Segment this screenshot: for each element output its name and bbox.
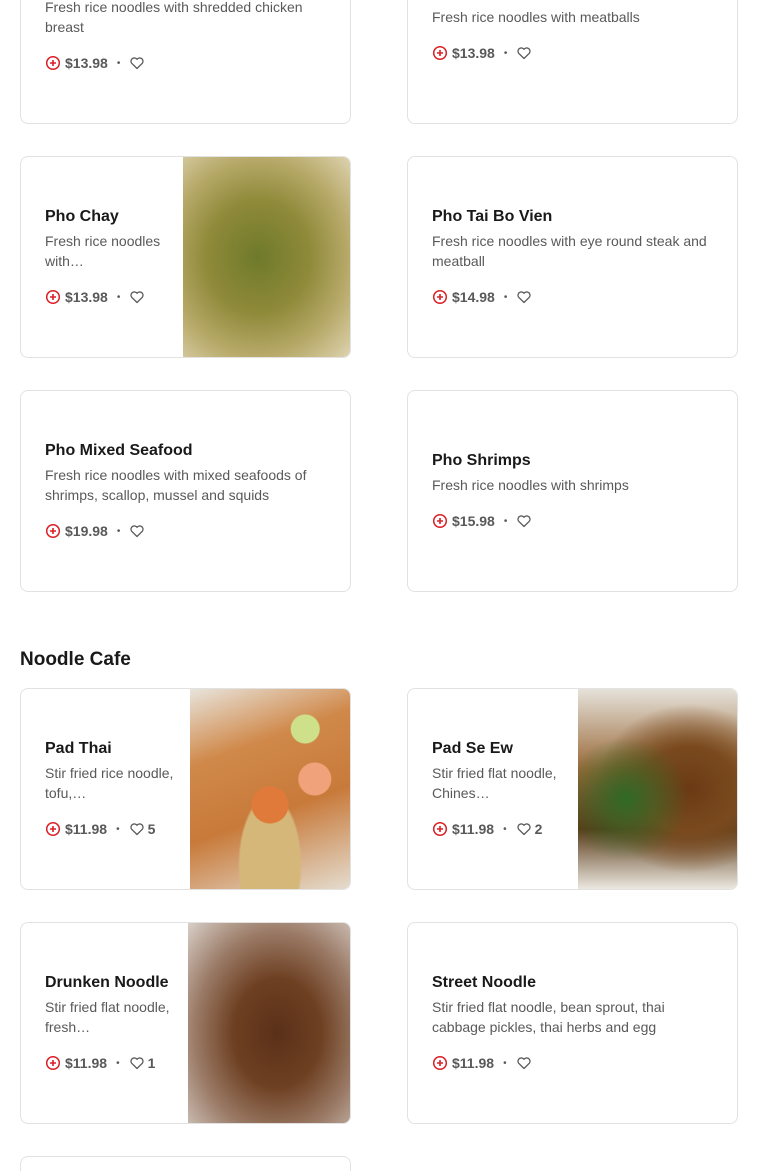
section-title: Noodle Cafe bbox=[20, 649, 131, 670]
like-count: 2 bbox=[534, 821, 543, 837]
separator-dot: • bbox=[503, 823, 507, 835]
separator-dot: • bbox=[116, 291, 121, 303]
item-meta: $14.98 • bbox=[432, 287, 722, 307]
separator-dot: • bbox=[503, 291, 508, 303]
menu-item-card[interactable]: Pad Thai Stir fried rice noodle, tofu,… … bbox=[20, 688, 351, 890]
item-name: Pho Chay bbox=[45, 208, 119, 225]
add-plus-icon[interactable] bbox=[432, 289, 448, 305]
item-name: Street Noodle bbox=[432, 974, 537, 991]
add-plus-icon[interactable] bbox=[45, 289, 61, 305]
item-price: $13.98 bbox=[452, 45, 495, 61]
item-meta: $11.98 • bbox=[432, 1053, 722, 1073]
item-description: Fresh rice noodles with… bbox=[45, 233, 161, 269]
item-description: Stir fried rice noodle, tofu,… bbox=[45, 765, 174, 801]
item-meta: $11.98 • 1 bbox=[45, 1053, 175, 1073]
heart-icon[interactable] bbox=[516, 289, 532, 305]
item-price: $15.98 bbox=[452, 513, 495, 529]
heart-icon[interactable] bbox=[516, 1055, 532, 1071]
item-description: Stir fried flat noodle, bean sprout, tha… bbox=[432, 999, 665, 1035]
like-count: 5 bbox=[147, 821, 156, 837]
item-photo bbox=[190, 689, 350, 889]
separator-dot: • bbox=[116, 57, 121, 69]
menu-item-card[interactable]: Pho Shrimps Fresh rice noodles with shri… bbox=[407, 390, 738, 592]
item-name: Pad Thai bbox=[45, 740, 112, 757]
item-price: $11.98 bbox=[65, 1055, 108, 1071]
like-count: 1 bbox=[147, 1055, 156, 1071]
item-description: Fresh rice noodles with meatballs bbox=[432, 9, 640, 25]
menu-item-card[interactable]: Fresh rice noodles with meatballs $13.98… bbox=[407, 0, 738, 124]
heart-icon[interactable] bbox=[129, 523, 145, 539]
separator-dot: • bbox=[503, 515, 508, 527]
item-meta: $11.98 • 2 bbox=[432, 819, 562, 839]
heart-icon[interactable] bbox=[129, 821, 145, 837]
separator-dot: • bbox=[503, 1057, 507, 1069]
item-description: Fresh rice noodles with shrimps bbox=[432, 477, 629, 493]
item-description: Fresh rice noodles with eye round steak … bbox=[432, 233, 707, 269]
heart-icon[interactable] bbox=[129, 55, 145, 71]
item-name: Pad Se Ew bbox=[432, 740, 513, 757]
item-meta: $13.98 • bbox=[45, 287, 175, 307]
item-photo bbox=[183, 157, 350, 357]
menu-item-card[interactable]: Pad Se Ew Stir fried flat noodle, Chines… bbox=[407, 688, 738, 890]
item-price: $11.98 bbox=[452, 821, 495, 837]
item-meta: $11.98 • 5 bbox=[45, 819, 185, 839]
item-description: Fresh rice noodles with shredded chicken… bbox=[45, 0, 303, 35]
item-description: Stir fried flat noodle, Chines… bbox=[432, 765, 557, 801]
add-plus-icon[interactable] bbox=[432, 45, 448, 61]
item-meta: $19.98 • bbox=[45, 521, 335, 541]
menu-item-card[interactable]: Pho Chay Fresh rice noodles with… $13.98… bbox=[20, 156, 351, 358]
item-meta: $13.98 • bbox=[432, 43, 722, 63]
heart-icon[interactable] bbox=[516, 45, 532, 61]
add-plus-icon[interactable] bbox=[432, 821, 448, 837]
item-name: Pho Shrimps bbox=[432, 452, 531, 469]
menu-item-card[interactable]: Street Noodle Stir fried flat noodle, be… bbox=[407, 922, 738, 1124]
item-meta: $15.98 • bbox=[432, 511, 722, 531]
item-price: $14.98 bbox=[452, 289, 495, 305]
item-description: Stir fried flat noodle, fresh… bbox=[45, 999, 170, 1035]
heart-icon[interactable] bbox=[516, 513, 532, 529]
item-price: $13.98 bbox=[65, 55, 108, 71]
menu-item-card[interactable] bbox=[20, 1156, 351, 1171]
heart-icon[interactable] bbox=[129, 289, 145, 305]
item-photo bbox=[578, 689, 737, 889]
menu-item-card[interactable]: Fresh rice noodles with shredded chicken… bbox=[20, 0, 351, 124]
menu-item-card[interactable]: Pho Tai Bo Vien Fresh rice noodles with … bbox=[407, 156, 738, 358]
separator-dot: • bbox=[116, 1057, 120, 1069]
add-plus-icon[interactable] bbox=[45, 523, 61, 539]
add-plus-icon[interactable] bbox=[45, 55, 61, 71]
item-meta: $13.98 • bbox=[45, 53, 335, 73]
heart-icon[interactable] bbox=[129, 1055, 145, 1071]
add-plus-icon[interactable] bbox=[432, 1055, 448, 1071]
item-name: Pho Tai Bo Vien bbox=[432, 208, 553, 225]
heart-icon[interactable] bbox=[516, 821, 532, 837]
item-name: Drunken Noodle bbox=[45, 974, 169, 991]
item-price: $11.98 bbox=[452, 1055, 495, 1071]
add-plus-icon[interactable] bbox=[45, 821, 61, 837]
item-price: $13.98 bbox=[65, 289, 108, 305]
item-photo bbox=[188, 923, 350, 1123]
separator-dot: • bbox=[503, 47, 508, 59]
separator-dot: • bbox=[116, 823, 120, 835]
item-price: $11.98 bbox=[65, 821, 108, 837]
add-plus-icon[interactable] bbox=[45, 1055, 61, 1071]
item-name: Pho Mixed Seafood bbox=[45, 442, 193, 459]
menu-item-card[interactable]: Drunken Noodle Stir fried flat noodle, f… bbox=[20, 922, 351, 1124]
add-plus-icon[interactable] bbox=[432, 513, 448, 529]
separator-dot: • bbox=[116, 525, 121, 537]
item-price: $19.98 bbox=[65, 523, 108, 539]
item-description: Fresh rice noodles with mixed seafoods o… bbox=[45, 467, 307, 503]
menu-item-card[interactable]: Pho Mixed Seafood Fresh rice noodles wit… bbox=[20, 390, 351, 592]
